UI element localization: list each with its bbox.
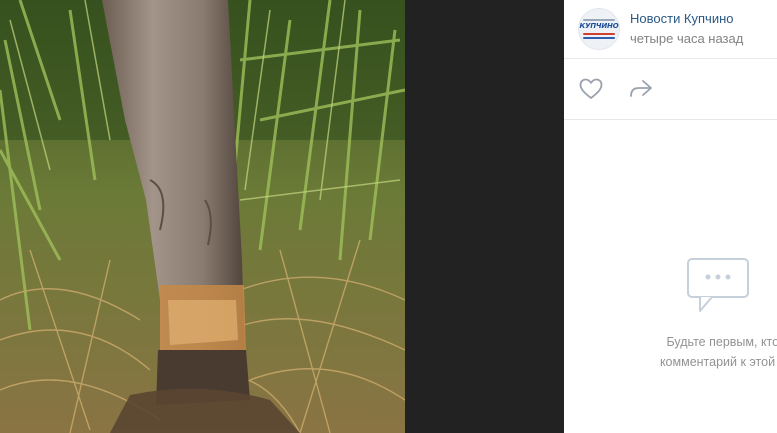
post-photo[interactable]	[0, 0, 405, 433]
avatar-stripe	[583, 33, 615, 35]
avatar-stripe	[583, 19, 615, 21]
post-header: КУПЧИНО Новости Купчино четыре часа наза…	[564, 0, 777, 59]
author-link[interactable]: Новости Купчино	[630, 11, 734, 26]
like-button[interactable]	[578, 77, 604, 101]
post-actions	[564, 59, 777, 120]
empty-comments-line: Будьте первым, кто ост	[666, 335, 777, 349]
empty-comments-message: Будьте первым, кто ост комментарий к это…	[614, 332, 777, 372]
avatar-logo-text: КУПЧИНО	[579, 22, 619, 30]
share-button[interactable]	[628, 77, 654, 101]
empty-comments-line: комментарий к этой фото	[659, 355, 777, 369]
comments-section: Будьте первым, кто ост комментарий к это…	[564, 120, 777, 433]
avatar-stripe	[583, 37, 615, 39]
comments-bubble-icon	[687, 258, 749, 312]
heart-icon	[579, 78, 603, 99]
post-sidebar: КУПЧИНО Новости Купчино четыре часа наза…	[564, 0, 777, 433]
share-arrow-icon	[630, 80, 652, 97]
avatar[interactable]: КУПЧИНО	[578, 8, 620, 50]
viewer-background	[405, 0, 564, 433]
post-timestamp[interactable]: четыре часа назад	[630, 31, 743, 46]
tree-photo-image	[0, 0, 405, 433]
